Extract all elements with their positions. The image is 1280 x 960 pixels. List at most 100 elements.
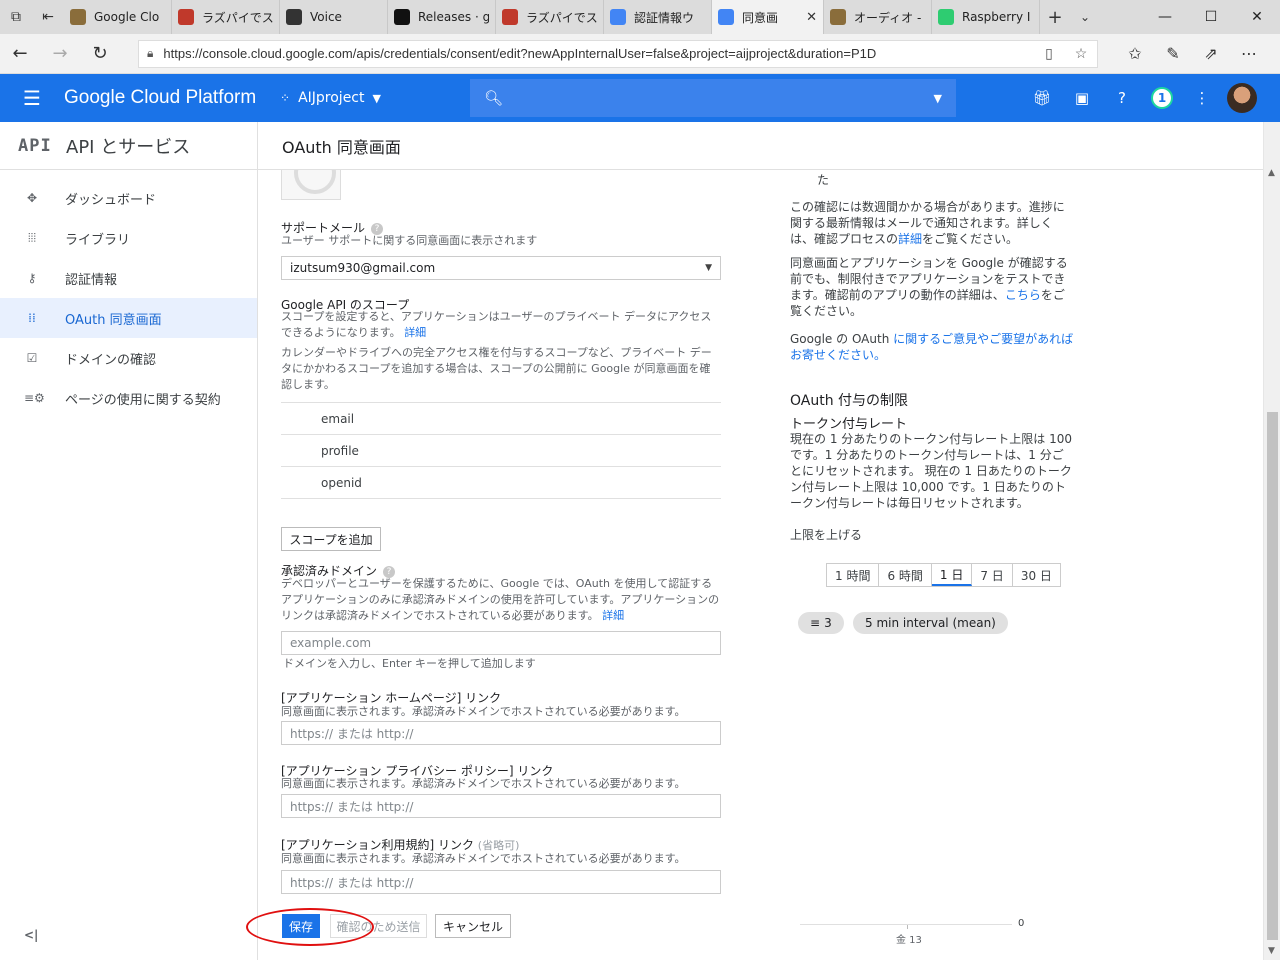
key-icon: ⚷	[27, 271, 37, 285]
menu-icon[interactable]: ☰	[0, 86, 64, 110]
sidebar: API API とサービス ✥ ダッシュボード ⦙⦙⦙ ライブラリ ⚷ 認証情報 ⁞⁞ OAu…	[0, 122, 258, 960]
testing-here-link[interactable]: こちら	[1005, 288, 1041, 302]
search-caret-icon[interactable]: ▼	[934, 92, 942, 105]
project-name: AIJproject	[298, 90, 365, 106]
search-bar[interactable]: 🔍︎ ▼	[470, 79, 956, 117]
minimize-icon[interactable]: —	[1142, 0, 1188, 34]
sidebar-item[interactable]: ☑ ドメインの確認	[0, 338, 257, 378]
chart-y-zero-label: 0	[1018, 918, 1025, 929]
domains-detail-link[interactable]: 詳細	[602, 609, 624, 622]
lock-icon: 🔒︎	[147, 46, 154, 60]
caret-down-icon: ▼	[372, 91, 381, 105]
tab-label: ラズパイでス	[526, 10, 597, 25]
page-scrollbar[interactable]: ▲ ▼	[1263, 122, 1280, 960]
favorite-star-icon[interactable]: ☆	[1065, 45, 1097, 62]
scrollbar-thumb[interactable]	[1267, 412, 1278, 940]
time-range-option[interactable]: 1 時間	[827, 564, 880, 586]
browser-tab[interactable]: 認証情報ウ	[604, 0, 712, 34]
time-range-option[interactable]: 7 日	[972, 564, 1013, 586]
filter-count: 3	[824, 616, 832, 630]
scopes-detail-link[interactable]: 詳細	[404, 326, 426, 339]
privacy-desc: 同意画面に表示されます。承認済みドメインでホストされている必要があります。	[281, 777, 686, 790]
back-icon[interactable]: ←	[0, 34, 40, 74]
time-range-option[interactable]: 6 時間	[879, 564, 932, 586]
more-vert-icon[interactable]: ⋮	[1182, 89, 1222, 107]
domains-input[interactable]: example.com	[281, 631, 721, 655]
time-range-option[interactable]: 1 日	[931, 564, 973, 586]
filter-icon: ≡	[810, 616, 821, 630]
set-aside-tabs-icon[interactable]: ⇤	[32, 0, 64, 34]
forward-icon[interactable]: →	[40, 34, 80, 74]
add-scope-button[interactable]: スコープを追加	[281, 527, 381, 551]
browser-tab[interactable]: Raspberry I	[932, 0, 1040, 34]
tab-favicon-icon	[178, 9, 194, 25]
tab-label: ラズパイでス	[202, 10, 273, 25]
browser-tab[interactable]: オーディオ - F	[824, 0, 932, 34]
notifications-badge: 1	[1151, 87, 1173, 109]
refresh-icon[interactable]: ↻	[80, 34, 120, 74]
brand-title[interactable]: Google Cloud Platform	[64, 87, 280, 109]
sidebar-item-label: ライブラリ	[65, 232, 131, 248]
api-logo: API	[18, 135, 52, 156]
browser-tab[interactable]: ラズパイでス	[172, 0, 280, 34]
new-tab-button[interactable]: +	[1040, 0, 1070, 34]
share-icon[interactable]: ⇗	[1192, 44, 1230, 63]
account-button[interactable]	[1222, 83, 1262, 113]
homepage-input[interactable]: https:// または http://	[281, 721, 721, 745]
interval-chip[interactable]: 5 min interval (mean)	[853, 612, 1008, 634]
time-range-option[interactable]: 30 日	[1013, 564, 1060, 586]
close-window-icon[interactable]: ✕	[1234, 0, 1280, 34]
privacy-input[interactable]: https:// または http://	[281, 794, 721, 818]
help-icon[interactable]: ?	[1102, 89, 1142, 107]
verification-detail-link[interactable]: 詳細	[898, 232, 922, 246]
favorites-icon[interactable]: ✩	[1116, 44, 1154, 63]
tab-label: 認証情報ウ	[634, 10, 695, 25]
support-email-value: izutsum930@gmail.com	[290, 261, 436, 275]
avatar	[1227, 83, 1257, 113]
tab-preview-chevron-icon[interactable]: ⌄	[1070, 0, 1100, 34]
browser-tab[interactable]: 同意画 ✕	[712, 0, 824, 34]
sidebar-item[interactable]: ⦙⦙⦙ ライブラリ	[0, 218, 257, 258]
cloud-shell-icon[interactable]: ▣	[1062, 89, 1102, 107]
browser-tab[interactable]: ラズパイでス	[496, 0, 604, 34]
tab-close-icon[interactable]: ✕	[806, 10, 817, 25]
raise-limit-link[interactable]: 上限を上げる	[790, 527, 862, 543]
url-field[interactable]: 🔒︎ https://console.cloud.google.com/apis…	[138, 39, 1098, 68]
tab-favicon-icon	[718, 9, 734, 25]
project-icon: ⁘	[280, 91, 291, 105]
verification-info-tail: をご覧ください。	[922, 232, 1019, 246]
browser-tab[interactable]: Google Clo	[64, 0, 172, 34]
more-icon[interactable]: ⋯	[1230, 44, 1268, 63]
cancel-button[interactable]: キャンセル	[435, 914, 511, 938]
sidebar-item[interactable]: ⚷ 認証情報	[0, 258, 257, 298]
maximize-icon[interactable]: ☐	[1188, 0, 1234, 34]
reading-view-icon[interactable]: ▯	[1033, 45, 1065, 62]
support-email-select[interactable]: izutsum930@gmail.com ▼	[281, 256, 721, 280]
gift-icon[interactable]: 🎁︎	[1022, 89, 1062, 107]
project-selector[interactable]: ⁘ AIJproject ▼	[280, 90, 470, 106]
sidebar-title: API とサービス	[66, 136, 191, 158]
scroll-down-icon[interactable]: ▼	[1268, 946, 1275, 956]
address-bar: ← → ↻ 🔒︎ https://console.cloud.google.co…	[0, 34, 1280, 74]
browser-tab[interactable]: Releases · g	[388, 0, 496, 34]
collapse-sidebar-icon[interactable]: <|	[24, 928, 38, 942]
tos-input[interactable]: https:// または http://	[281, 870, 721, 894]
scroll-up-icon[interactable]: ▲	[1268, 168, 1275, 178]
sidebar-item[interactable]: ⁞⁞ OAuth 同意画面	[0, 298, 257, 338]
grant-limit-title: OAuth 付与の制限	[790, 393, 909, 409]
sidebar-item[interactable]: ✥ ダッシュボード	[0, 178, 257, 218]
tab-actions-icon[interactable]: ⧉	[0, 0, 32, 34]
tab-favicon-icon	[610, 9, 626, 25]
support-email-desc: ユーザー サポートに関する同意画面に表示されます	[281, 234, 538, 247]
time-range-selector: 1 時間 6 時間 1 日7 日 30 日	[826, 563, 1061, 587]
filter-chip[interactable]: ≡ 3	[798, 612, 844, 634]
app-logo-placeholder[interactable]	[281, 170, 341, 200]
browser-tab[interactable]: Voice	[280, 0, 388, 34]
tab-label: Releases · g	[418, 10, 489, 24]
chart-baseline	[800, 924, 1012, 925]
pen-icon[interactable]: ✎	[1154, 44, 1192, 63]
sidebar-item[interactable]: ≡⚙ ページの使用に関する契約	[0, 378, 257, 418]
verification-info: この確認には数週間かかる場合があります。進捗に関する最新情報はメールで通知されま…	[790, 199, 1074, 247]
feedback-info: Google の OAuth に関するご意見やご要望があればお寄せください。	[790, 331, 1074, 363]
notifications-button[interactable]: 1	[1142, 87, 1182, 109]
